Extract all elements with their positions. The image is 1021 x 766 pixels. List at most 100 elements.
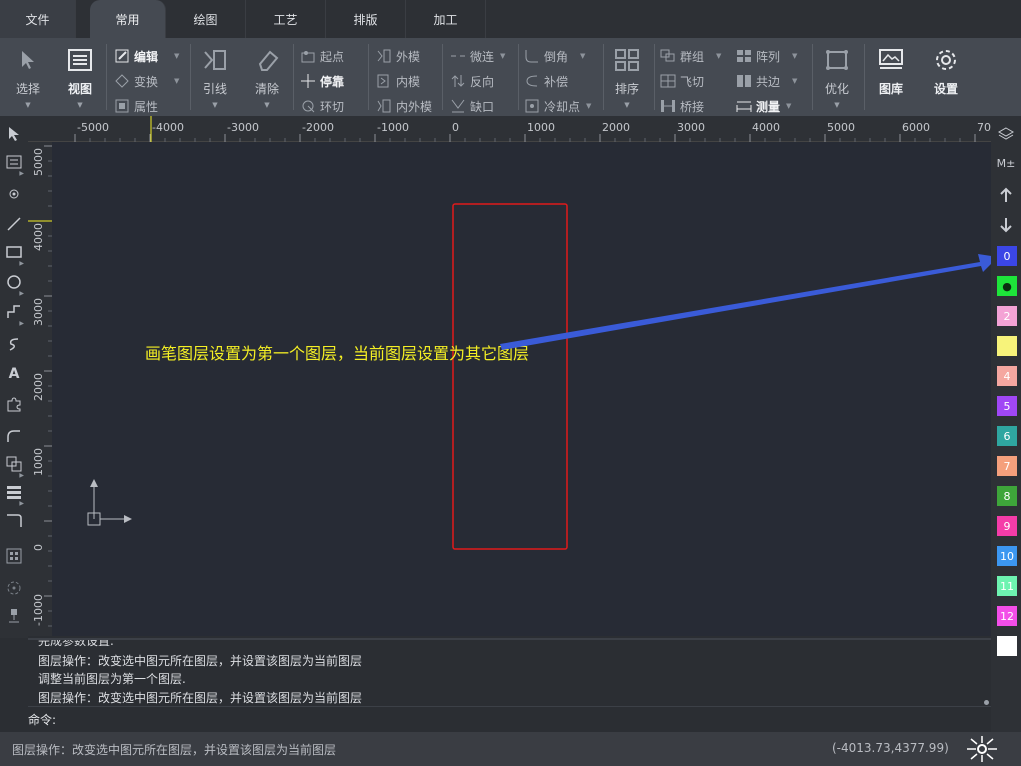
clear-button[interactable]: 清除 ▼ [242,46,292,109]
spline-tool-icon[interactable] [4,334,24,354]
select-button[interactable]: 选择 ▼ [3,46,53,109]
layer-swatch-2[interactable]: 2 [997,306,1017,326]
circle-tool-icon[interactable]: ▶ [4,272,24,297]
edit-button[interactable]: 编辑 ▼ [114,46,179,66]
compensate-icon [524,74,540,88]
sort-button[interactable]: 排序 ▼ [602,46,652,109]
view-tool-icon[interactable]: ▶ [4,152,24,177]
ruler-label: 6000 [902,121,930,134]
app-window: 文件 常用 绘图 工艺 排版 加工 选择 ▼ 视图 ▼ 编辑 ▼ 变换 ▼ 属性… [0,0,1021,766]
rectangle-tool-icon[interactable]: ▶ [4,242,24,267]
layer-swatch-6[interactable]: 6 [997,426,1017,446]
layer-swatch-10[interactable]: 10 [997,546,1017,566]
layer-swatch-7[interactable]: 7 [997,456,1017,476]
clear-label: 清除 [254,82,279,96]
bridge-button[interactable]: 桥接 [660,96,704,116]
inner-mold-button[interactable]: 内模 [376,71,420,91]
array-button[interactable]: 阵列 ▼ [736,46,797,66]
view-button[interactable]: 视图 ▼ [55,46,105,109]
layer-swatch-3[interactable] [997,336,1017,356]
layer-swatch-0[interactable]: 0 [997,246,1017,266]
array-icon [736,49,752,63]
log-line: 图层操作：改变选中图元所在图层，并设置该图层为当前图层 [38,654,363,668]
ruler-label: 2000 [32,373,45,401]
gap-button[interactable]: 缺口 [450,96,494,116]
point-tool-icon[interactable] [4,184,24,204]
inner-mold-label: 内模 [396,74,421,89]
chamfer-tool-icon[interactable] [4,510,24,530]
leadline-icon [201,46,229,74]
laser-icon[interactable] [962,734,1002,764]
layer-swatch-1[interactable]: ● [997,276,1017,296]
chevron-down-icon: ▼ [264,101,270,109]
layer-swatch-9[interactable]: 9 [997,516,1017,536]
compensate-button[interactable]: 补偿 [524,71,568,91]
arrow-down-icon[interactable] [996,215,1016,235]
cooling-point-button[interactable]: 冷却点 ▼ [524,96,591,116]
dock-button[interactable]: 停靠 [300,71,344,91]
layer-toggle-icon[interactable]: M± [996,153,1016,173]
pin-tool-icon[interactable] [4,606,24,626]
optimize-button[interactable]: 优化 ▼ [812,46,862,109]
ring-cut-button[interactable]: 环切 [300,96,344,116]
layer-stack-tool-icon[interactable]: ▶ [4,454,24,479]
ring-cut-icon [300,99,316,113]
ribbon-divider [106,44,107,110]
select-tool-icon[interactable] [4,124,24,144]
ruler-label: -3000 [227,121,259,134]
ruler-label: -1000 [32,594,45,626]
chamfer-icon [524,49,540,63]
ruler-label: -1000 [377,121,409,134]
micro-link-button[interactable]: 微连 ▼ [450,46,505,66]
ruler-label: 0 [452,121,459,134]
bridge-icon [660,99,676,113]
line-tool-icon[interactable] [4,214,24,234]
inner-outer-mold-button[interactable]: 内外模 [376,96,432,116]
sort-label: 排序 [614,82,639,96]
library-button[interactable]: 图库 [866,46,916,97]
layer-swatch-12[interactable]: 12 [997,606,1017,626]
transform-button[interactable]: 变换 ▼ [114,71,179,91]
tab-draw[interactable]: 绘图 [166,0,246,38]
drawing-canvas[interactable]: 画笔图层设置为第一个图层，当前图层设置为其它图层 [52,142,991,636]
command-input[interactable] [64,709,964,727]
common-edge-icon [736,74,752,88]
tab-common[interactable]: 常用 [90,0,166,38]
layer-swatch-5[interactable]: 5 [997,396,1017,416]
grid-tool-icon[interactable] [4,546,24,566]
fly-cut-button[interactable]: 飞切 [660,71,704,91]
group-button[interactable]: 群组 ▼ [660,46,721,66]
arrow-up-icon[interactable] [996,185,1016,205]
layer-swatch-11[interactable]: 11 [997,576,1017,596]
leadline-tool-icon[interactable] [4,426,24,446]
fly-cut-label: 飞切 [680,74,705,89]
layers-icon[interactable] [996,124,1016,144]
scroll-indicator[interactable] [984,700,989,705]
leadline-button[interactable]: 引线 ▼ [190,46,240,109]
red-rectangle-shape[interactable] [452,203,568,550]
tab-layout[interactable]: 排版 [326,0,406,38]
settings-button[interactable]: 设置 [921,46,971,97]
tab-file[interactable]: 文件 [0,0,76,38]
measure-button[interactable]: 测量 ▼ [736,96,791,116]
common-edge-button[interactable]: 共边 ▼ [736,71,797,91]
array-tool-icon[interactable]: ▶ [4,482,24,507]
polyline-tool-icon[interactable]: ▶ [4,302,24,327]
outer-mold-button[interactable]: 外模 [376,46,420,66]
puzzle-tool-icon[interactable] [4,394,24,414]
property-icon [114,99,130,113]
ruler-label: -2000 [302,121,334,134]
layer-swatch-13[interactable] [997,636,1017,656]
chamfer-button[interactable]: 倒角 ▼ [524,46,585,66]
rotate-tool-icon[interactable] [4,578,24,598]
ring-cut-label: 环切 [320,99,345,114]
property-button[interactable]: 属性 [114,96,158,116]
reverse-button[interactable]: 反向 [450,71,494,91]
layer-swatch-8[interactable]: 8 [997,486,1017,506]
text-tool-icon[interactable]: A [4,364,24,384]
layer-swatch-4[interactable]: 4 [997,366,1017,386]
vertical-ruler: 5000 4000 3000 2000 1000 0 -1000 [28,142,52,636]
tab-machining[interactable]: 加工 [406,0,486,38]
start-point-button[interactable]: 起点 [300,46,344,66]
tab-process[interactable]: 工艺 [246,0,326,38]
